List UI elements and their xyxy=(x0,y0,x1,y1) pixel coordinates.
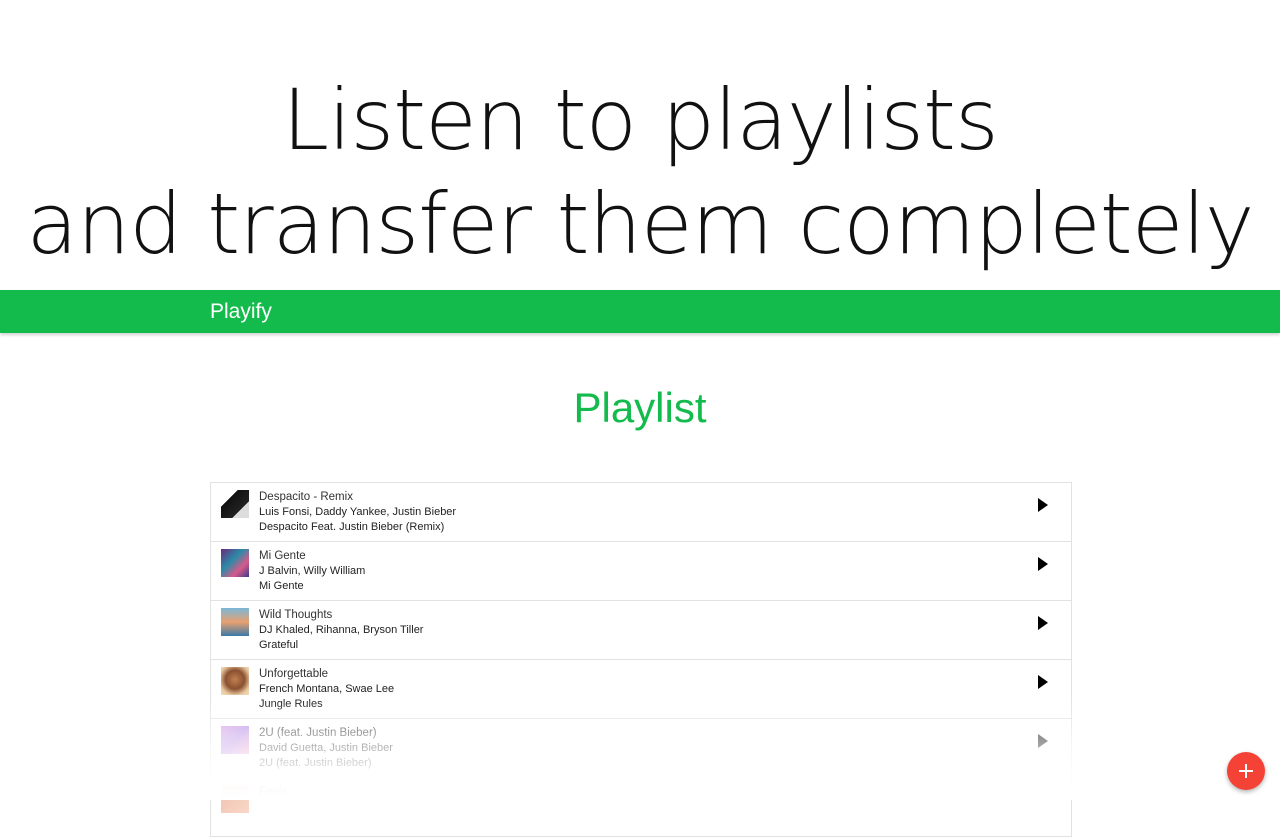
album-cover xyxy=(221,490,249,518)
track-artists: J Balvin, Willy William xyxy=(259,565,366,577)
track-artists: Luis Fonsi, Daddy Yankee, Justin Bieber xyxy=(259,506,457,518)
track-album: Grateful xyxy=(259,639,299,651)
track-row[interactable]: Despacito - Remix Luis Fonsi, Daddy Yank… xyxy=(211,483,1071,542)
hero-line-2: and transfer them completely xyxy=(26,175,1255,273)
track-title: Unforgettable xyxy=(259,668,329,680)
album-cover xyxy=(221,785,249,813)
track-title: Wild Thoughts xyxy=(259,609,333,621)
track-artists: French Montana, Swae Lee xyxy=(259,683,395,695)
play-icon[interactable] xyxy=(1037,557,1057,573)
play-icon[interactable] xyxy=(1037,734,1057,750)
play-icon[interactable] xyxy=(1037,498,1057,514)
track-title: Feels xyxy=(259,786,288,798)
track-artists: DJ Khaled, Rihanna, Bryson Tiller xyxy=(259,624,424,636)
playlist-list: Despacito - Remix Luis Fonsi, Daddy Yank… xyxy=(210,482,1072,837)
album-cover xyxy=(221,608,249,636)
track-title: 2U (feat. Justin Bieber) xyxy=(259,727,377,739)
track-album: 2U (feat. Justin Bieber) xyxy=(259,757,372,769)
track-row[interactable]: Wild Thoughts DJ Khaled, Rihanna, Bryson… xyxy=(211,601,1071,660)
play-icon[interactable] xyxy=(1037,616,1057,632)
track-artists: David Guetta, Justin Bieber xyxy=(259,742,393,754)
track-row[interactable]: Mi Gente J Balvin, Willy William Mi Gent… xyxy=(211,542,1071,601)
track-title: Despacito - Remix xyxy=(259,491,353,503)
hero-line-1: Listen to playlists xyxy=(282,71,998,169)
track-album: Jungle Rules xyxy=(259,698,323,710)
track-album: Despacito Feat. Justin Bieber (Remix) xyxy=(259,521,445,533)
track-row[interactable]: Unforgettable French Montana, Swae Lee J… xyxy=(211,660,1071,719)
album-cover xyxy=(221,549,249,577)
app-bar: Playify xyxy=(0,290,1280,333)
add-button[interactable] xyxy=(1227,752,1265,790)
album-cover xyxy=(221,726,249,754)
plus-icon xyxy=(1239,764,1253,778)
track-title: Mi Gente xyxy=(259,550,306,562)
track-album: Mi Gente xyxy=(259,580,304,592)
app-brand[interactable]: Playify xyxy=(210,290,272,333)
track-row[interactable]: 2U (feat. Justin Bieber) David Guetta, J… xyxy=(211,719,1071,778)
hero-headline: Listen to playlists and transfer them co… xyxy=(0,68,1280,276)
track-row[interactable]: Feels xyxy=(211,778,1071,837)
album-cover xyxy=(221,667,249,695)
play-icon[interactable] xyxy=(1037,675,1057,691)
page-title: Playlist xyxy=(573,384,707,431)
